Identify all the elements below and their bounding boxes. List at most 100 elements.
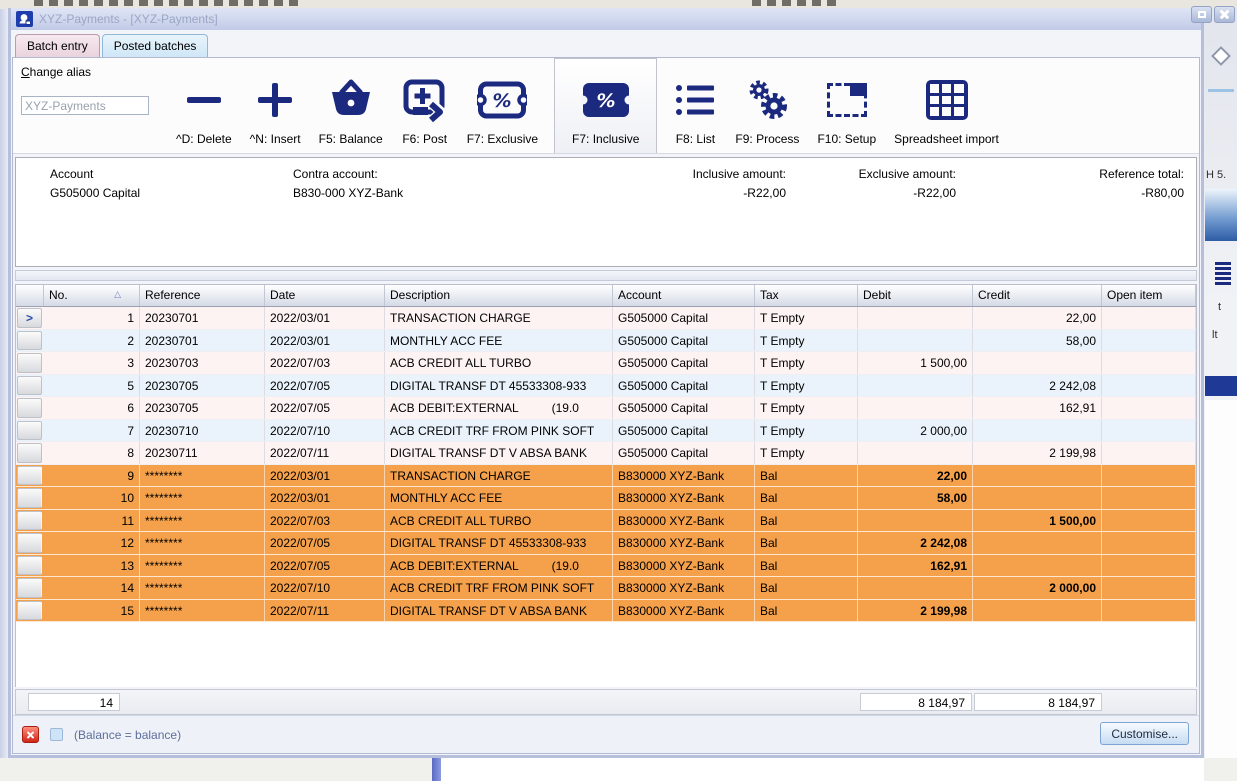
panel-splitter[interactable] [15,270,1197,281]
row-selector[interactable] [17,466,42,486]
cell-date[interactable]: 2022/07/10 [265,577,385,599]
cell-credit[interactable]: 22,00 [973,307,1102,329]
cell-date[interactable]: 2022/03/01 [265,330,385,352]
title-bar[interactable]: XYZ-Payments - [XYZ-Payments] [11,8,1201,30]
column-header-debit[interactable]: Debit [858,285,973,306]
cell-reference[interactable]: 20230710 [140,420,265,442]
insert-button[interactable]: ^N: Insert [241,58,310,153]
cell-account[interactable]: B830000 XYZ-Bank [613,465,755,487]
column-header-description[interactable]: Description [385,285,613,306]
row-selector[interactable] [17,398,42,418]
cell-credit[interactable]: 2 242,08 [973,375,1102,397]
cell-open-item[interactable] [1102,510,1196,532]
table-row[interactable]: 11 ******** 2022/07/03 ACB CREDIT ALL TU… [16,510,1196,533]
table-row[interactable]: 5 20230705 2022/07/05 DIGITAL TRANSF DT … [16,375,1196,398]
cell-no[interactable]: 14 [44,577,140,599]
cell-reference[interactable]: ******** [140,532,265,554]
cell-date[interactable]: 2022/07/05 [265,555,385,577]
table-row[interactable]: 7 20230710 2022/07/10 ACB CREDIT TRF FRO… [16,420,1196,443]
row-selector[interactable] [17,556,42,576]
cell-credit[interactable] [973,532,1102,554]
cell-tax[interactable]: Bal [755,510,858,532]
cell-description[interactable]: DIGITAL TRANSF DT 45533308-933 [385,532,613,554]
cell-credit[interactable]: 2 000,00 [973,577,1102,599]
tab-batch-entry[interactable]: Batch entry [15,34,100,57]
cell-tax[interactable]: T Empty [755,330,858,352]
cell-open-item[interactable] [1102,420,1196,442]
cell-description[interactable]: TRANSACTION CHARGE [385,465,613,487]
cell-no[interactable]: 9 [44,465,140,487]
cell-debit[interactable] [858,510,973,532]
cell-no[interactable]: 1 [44,307,140,329]
cell-reference[interactable]: ******** [140,510,265,532]
cell-reference[interactable]: ******** [140,555,265,577]
close-button[interactable] [1214,6,1235,23]
cell-debit[interactable]: 2 242,08 [858,532,973,554]
cell-account[interactable]: G505000 Capital [613,442,755,464]
cell-account[interactable]: B830000 XYZ-Bank [613,600,755,622]
cell-date[interactable]: 2022/07/03 [265,352,385,374]
cell-open-item[interactable] [1102,352,1196,374]
cell-open-item[interactable] [1102,532,1196,554]
table-row[interactable]: 14 ******** 2022/07/10 ACB CREDIT TRF FR… [16,577,1196,600]
inclusive-button-selected[interactable]: % F7: Inclusive [554,58,657,153]
cell-description[interactable]: ACB CREDIT ALL TURBO [385,352,613,374]
cell-debit[interactable]: 1 500,00 [858,352,973,374]
list-button[interactable]: F8: List [664,58,726,153]
error-status-icon[interactable] [22,726,39,743]
cell-debit[interactable] [858,375,973,397]
cell-no[interactable]: 3 [44,352,140,374]
cell-debit[interactable] [858,442,973,464]
cell-date[interactable]: 2022/07/10 [265,420,385,442]
row-selector[interactable]: > [17,308,42,328]
cell-date[interactable]: 2022/07/05 [265,375,385,397]
cell-reference[interactable]: 20230701 [140,307,265,329]
cell-description[interactable]: DIGITAL TRANSF DT V ABSA BANK [385,600,613,622]
cell-tax[interactable]: Bal [755,555,858,577]
column-header-date[interactable]: Date [265,285,385,306]
cell-no[interactable]: 5 [44,375,140,397]
cell-date[interactable]: 2022/03/01 [265,307,385,329]
cell-no[interactable]: 15 [44,600,140,622]
cell-reference[interactable]: 20230701 [140,330,265,352]
cell-reference[interactable]: 20230703 [140,352,265,374]
row-selector[interactable] [17,488,42,508]
cell-credit[interactable] [973,487,1102,509]
table-row[interactable]: 12 ******** 2022/07/05 DIGITAL TRANSF DT… [16,532,1196,555]
cell-date[interactable]: 2022/07/11 [265,442,385,464]
cell-debit[interactable]: 2 000,00 [858,420,973,442]
cell-reference[interactable]: ******** [140,600,265,622]
cell-description[interactable]: TRANSACTION CHARGE [385,307,613,329]
cell-open-item[interactable] [1102,375,1196,397]
column-header-reference[interactable]: Reference [140,285,265,306]
cell-tax[interactable]: T Empty [755,352,858,374]
cell-open-item[interactable] [1102,397,1196,419]
cell-debit[interactable]: 58,00 [858,487,973,509]
column-header-no[interactable]: No.△ [44,285,140,306]
cell-debit[interactable] [858,577,973,599]
cell-debit[interactable]: 2 199,98 [858,600,973,622]
cell-credit[interactable] [973,555,1102,577]
cell-debit[interactable] [858,397,973,419]
cell-description[interactable]: DIGITAL TRANSF DT 45533308-933 [385,375,613,397]
cell-tax[interactable]: Bal [755,577,858,599]
cell-description[interactable]: MONTHLY ACC FEE [385,487,613,509]
row-selector[interactable] [17,443,42,463]
cell-account[interactable]: B830000 XYZ-Bank [613,532,755,554]
cell-debit[interactable]: 162,91 [858,555,973,577]
cell-reference[interactable]: 20230705 [140,397,265,419]
cell-date[interactable]: 2022/07/03 [265,510,385,532]
row-selector[interactable] [17,421,42,441]
cell-account[interactable]: B830000 XYZ-Bank [613,577,755,599]
cell-credit[interactable] [973,600,1102,622]
cell-no[interactable]: 2 [44,330,140,352]
post-button[interactable]: F6: Post [392,58,458,153]
cell-description[interactable]: ACB DEBIT:EXTERNAL (19.0 [385,555,613,577]
cell-account[interactable]: B830000 XYZ-Bank [613,555,755,577]
cell-account[interactable]: G505000 Capital [613,307,755,329]
table-row[interactable]: 13 ******** 2022/07/05 ACB DEBIT:EXTERNA… [16,555,1196,578]
row-selector[interactable] [17,578,42,598]
cell-open-item[interactable] [1102,577,1196,599]
cell-credit[interactable]: 2 199,98 [973,442,1102,464]
table-row[interactable]: 3 20230703 2022/07/03 ACB CREDIT ALL TUR… [16,352,1196,375]
